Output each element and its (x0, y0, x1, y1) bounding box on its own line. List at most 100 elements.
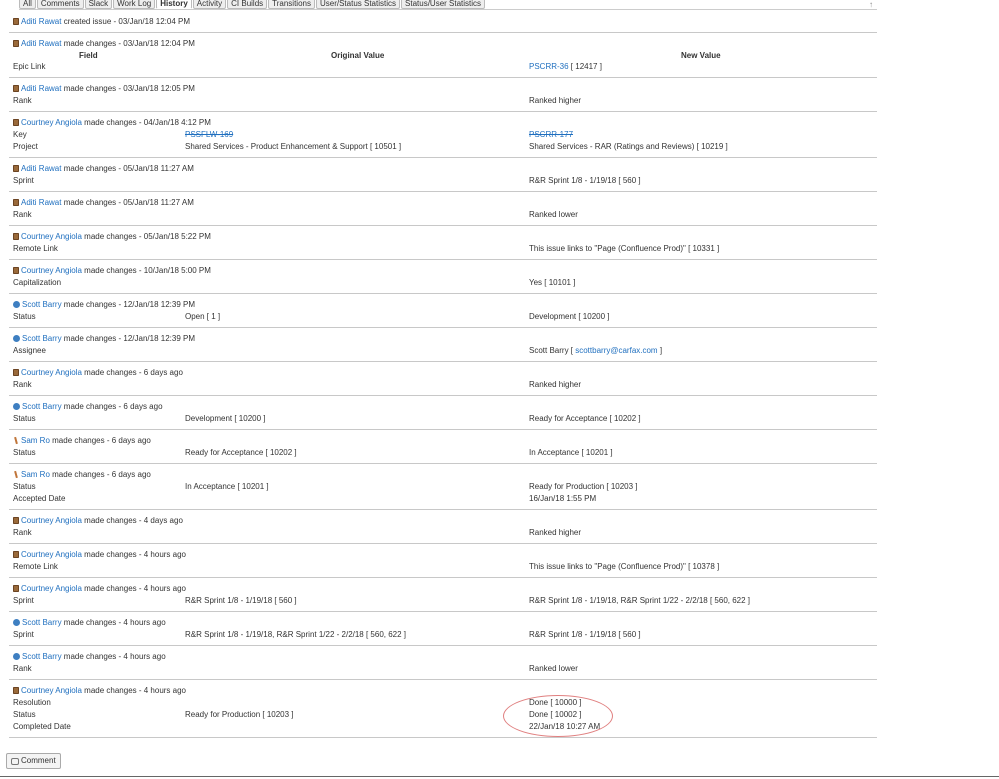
author-link[interactable]: Courtney Angiola (21, 516, 82, 525)
tab-bar: All Comments Slack Work Log History Activity C… (19, 0, 877, 10)
avatar-icon (13, 585, 19, 592)
change-row: Sprint R&R Sprint 1/8 - 1/19/18 [ 560 ] (13, 175, 877, 187)
change-row: Status Ready for Production [ 10203 ] Done… (13, 709, 877, 721)
author-link[interactable]: Courtney Angiola (21, 118, 82, 127)
new-value: Development [ 10200 ] (529, 312, 610, 321)
history-header: Courtney Angiola made changes - 4 hours … (13, 549, 877, 561)
history-group: Aditi Rawat made changes - 03/Jan/18 12:… (9, 33, 877, 78)
change-row: Resolution Done [ 10000 ] (13, 697, 877, 709)
avatar-icon (13, 551, 19, 558)
author-link[interactable]: Courtney Angiola (21, 266, 82, 275)
avatar-icon (13, 619, 20, 626)
history-header: Sam Ro made changes - 6 days ago (13, 435, 877, 447)
avatar-icon (13, 335, 20, 342)
field-name: Rank (13, 210, 32, 219)
tab-work-log[interactable]: Work Log (113, 0, 156, 9)
original-value: Open [ 1 ] (185, 312, 221, 321)
author-link[interactable]: Scott Barry (22, 618, 62, 627)
action-text: made changes - 4 hours ago (61, 618, 166, 627)
new-value: In Acceptance [ 10201 ] (529, 448, 613, 457)
change-row: Rank Ranked higher (13, 527, 877, 539)
field-name: Rank (13, 664, 32, 673)
original-value: R&R Sprint 1/8 - 1/19/18, R&R Sprint 1/2… (185, 630, 407, 639)
author-link[interactable]: Sam Ro (21, 470, 50, 479)
history-header: Courtney Angiola made changes - 05/Jan/1… (13, 231, 877, 243)
tab-activity[interactable]: Activity (192, 0, 227, 9)
tab-transitions[interactable]: Transitions (268, 0, 315, 9)
new-value: PSCRR-177 (529, 129, 573, 141)
tab-all[interactable]: All (19, 0, 36, 9)
new-value: Ranked higher (529, 380, 582, 389)
history-header: Courtney Angiola made changes - 04/Jan/1… (13, 117, 877, 129)
tab-user-status-statistics[interactable]: User/Status Statistics (315, 0, 401, 9)
new-value: Ranked lower (529, 664, 578, 673)
author-link[interactable]: Courtney Angiola (21, 686, 82, 695)
new-value-link[interactable]: PSCRR-36 (529, 62, 569, 71)
field-name: Capitalization (13, 278, 62, 287)
tab-history[interactable]: History (156, 0, 192, 9)
history-group: Aditi Rawat created issue - 03/Jan/18 12… (9, 11, 877, 33)
change-row: Rank Ranked lower (13, 209, 877, 221)
author-link[interactable]: Aditi Rawat (21, 17, 61, 26)
change-row: Epic Link PSCRR-36 [ 12417 ] (13, 61, 877, 73)
history-group: Courtney Angiola made changes - 6 days a… (9, 362, 877, 396)
change-row: Rank Ranked lower (13, 663, 877, 675)
author-link[interactable]: Courtney Angiola (21, 368, 82, 377)
author-link[interactable]: Aditi Rawat (21, 84, 61, 93)
original-value: R&R Sprint 1/8 - 1/19/18 [ 560 ] (185, 596, 297, 605)
field-name: Remote Link (13, 562, 58, 571)
author-link[interactable]: Aditi Rawat (21, 164, 61, 173)
change-row: Project Shared Services - Product Enhance… (13, 141, 877, 153)
original-value-link[interactable]: PSSFLW-169 (185, 130, 233, 139)
field-name: Sprint (13, 596, 34, 605)
collapse-icon[interactable]: ↑ (869, 0, 873, 9)
history-group: Sam Ro made changes - 6 days ago Status Re… (9, 430, 877, 464)
original-value: Development [ 10200 ] (185, 414, 266, 423)
new-value: Ranked lower (529, 210, 578, 219)
comment-button[interactable]: Comment (6, 753, 61, 769)
tab-ci-builds[interactable]: CI Builds (227, 0, 268, 9)
author-link[interactable]: Courtney Angiola (21, 232, 82, 241)
field-name: Epic Link (13, 62, 46, 71)
original-value: Ready for Acceptance [ 10202 ] (185, 448, 297, 457)
change-row: Status Ready for Acceptance [ 10202 ] In A… (13, 447, 877, 459)
author-link[interactable]: Scott Barry (22, 300, 62, 309)
column-header-new: New Value (681, 51, 721, 60)
history-group: Scott Barry made changes - 12/Jan/18 12:… (9, 328, 877, 362)
history-header: Scott Barry made changes - 12/Jan/18 12:… (13, 299, 877, 311)
action-text: made changes - 10/Jan/18 5:00 PM (81, 266, 211, 275)
tab-slack[interactable]: Slack (84, 0, 113, 9)
new-value: Shared Services - RAR (Ratings and Revie… (529, 142, 728, 151)
author-link[interactable]: Aditi Rawat (21, 39, 61, 48)
history-group: Courtney Angiola made changes - 4 hours … (9, 680, 877, 738)
author-link[interactable]: Aditi Rawat (21, 198, 61, 207)
action-text: made changes - 6 days ago (49, 470, 151, 479)
column-header-field: Field (79, 51, 98, 60)
avatar-icon (13, 119, 19, 126)
history-group: Courtney Angiola made changes - 10/Jan/1… (9, 260, 877, 294)
column-header-original: Original Value (331, 51, 385, 60)
field-name: Sprint (13, 630, 34, 639)
author-link[interactable]: Sam Ro (21, 436, 50, 445)
change-row: Completed Date 22/Jan/18 10:27 AM (13, 721, 877, 733)
avatar-icon (13, 40, 19, 47)
new-value: Ready for Acceptance [ 10202 ] (529, 414, 641, 423)
tab-comments[interactable]: Comments (36, 0, 84, 9)
history-header: Scott Barry made changes - 6 days ago (13, 401, 877, 413)
tab-status-user-statistics[interactable]: Status/User Statistics (401, 0, 486, 9)
history-group: Aditi Rawat made changes - 05/Jan/18 11:… (9, 192, 877, 226)
comment-bubble-icon (11, 757, 19, 765)
author-link[interactable]: Courtney Angiola (21, 550, 82, 559)
author-link[interactable]: Scott Barry (22, 402, 62, 411)
history-group: Scott Barry made changes - 12/Jan/18 12:… (9, 294, 877, 328)
new-value-link[interactable]: PSCRR-177 (529, 130, 573, 139)
author-link[interactable]: Courtney Angiola (21, 584, 82, 593)
history-group: Courtney Angiola made changes - 04/Jan/1… (9, 112, 877, 158)
change-row: Status In Acceptance [ 10201 ] Ready for P… (13, 481, 877, 493)
history-list: Aditi Rawat created issue - 03/Jan/18 12… (9, 11, 877, 738)
avatar-icon (13, 301, 20, 308)
author-link[interactable]: Scott Barry (22, 652, 62, 661)
author-link[interactable]: Scott Barry (22, 334, 62, 343)
new-value-link[interactable]: scottbarry@carfax.com (575, 346, 657, 355)
action-text: made changes - 6 days ago (49, 436, 151, 445)
